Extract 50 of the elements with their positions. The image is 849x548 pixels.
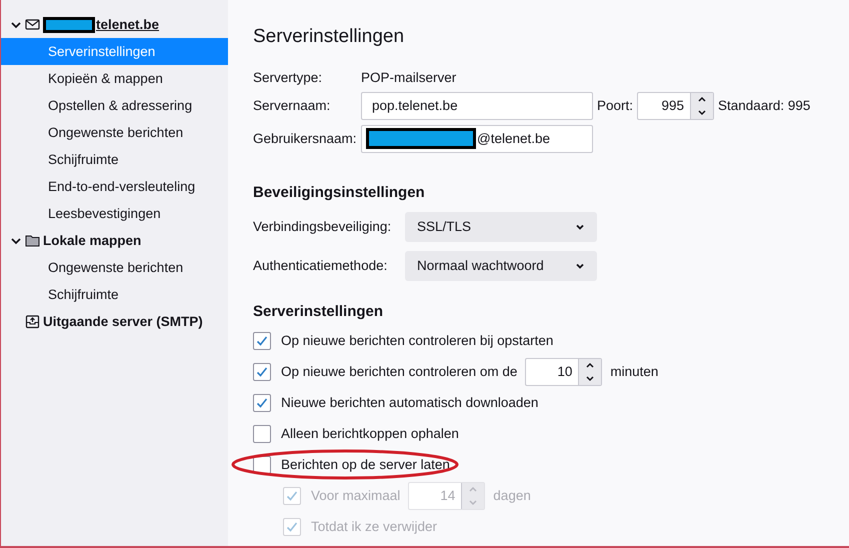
checkbox[interactable] — [253, 424, 271, 442]
account-name[interactable]: Uitgaande server (SMTP) — [43, 314, 203, 329]
field-label: Servertype: — [253, 70, 324, 84]
checkmark-icon — [285, 488, 299, 502]
folder-icon — [25, 233, 40, 248]
dropdown[interactable]: Normaal wachtwoord — [405, 250, 597, 280]
checkmark-icon — [255, 396, 269, 410]
checkbox[interactable] — [253, 394, 271, 412]
option-label: Alleen berichtkoppen ophalen — [281, 426, 459, 441]
field-value: POP-mailserver — [361, 70, 456, 84]
field-label: Gebruikersnaam: — [253, 131, 357, 146]
number-spinner[interactable]: 995 — [637, 92, 714, 120]
outbox-icon — [25, 314, 40, 329]
checkbox[interactable] — [253, 332, 271, 350]
dropdown[interactable]: SSL/TLS — [405, 212, 597, 242]
account-name[interactable]: telenet.be — [96, 17, 160, 32]
option-label: Op nieuwe berichten controleren bij opstarten — [281, 333, 554, 348]
checkmark-icon — [255, 364, 269, 378]
option-label: Berichten op de server laten — [281, 457, 450, 472]
sidebar-item[interactable]: Serverinstellingen — [1, 38, 228, 65]
sidebar-item[interactable]: Schijfruimte — [1, 146, 228, 173]
field-label: Poort: — [597, 98, 634, 113]
field-label: Servernaam: — [253, 98, 332, 113]
sidebar-item[interactable]: Leesbevestigingen — [1, 200, 228, 227]
input-field[interactable]: pop.telenet.be — [361, 92, 593, 120]
field-hint: Standaard: 995 — [718, 98, 810, 113]
envelope-icon — [25, 17, 40, 32]
option-label: Voor maximaal — [311, 488, 400, 503]
page-title: Serverinstellingen — [253, 25, 406, 49]
field-label: Authenticatiemethode: — [253, 258, 388, 273]
unit-label: minuten — [610, 364, 658, 379]
sidebar-item[interactable]: Schijfruimte — [1, 281, 228, 308]
field-label: Verbindingsbeveiliging: — [253, 219, 392, 234]
sidebar-item[interactable]: Kopieën & mappen — [1, 65, 228, 92]
sidebar-item[interactable]: End-to-end-versleuteling — [1, 173, 228, 200]
account-name[interactable]: Lokale mappen — [43, 233, 142, 248]
unit-label: dagen — [493, 488, 531, 503]
checkmark-icon — [255, 334, 269, 348]
section-heading: Beveiligingsinstellingen — [253, 183, 426, 203]
sidebar-item[interactable]: Opstellen & adressering — [1, 92, 228, 119]
option-label: Totdat ik ze verwijder — [311, 519, 438, 534]
option-label: Op nieuwe berichten controleren om de — [281, 364, 518, 379]
checkmark-icon — [285, 520, 299, 534]
checkbox[interactable] — [253, 362, 271, 380]
input-field[interactable]: @telenet.be — [361, 124, 593, 152]
sidebar-item[interactable]: Ongewenste berichten — [1, 254, 228, 281]
option-label: Nieuwe berichten automatisch downloaden — [281, 395, 538, 410]
sidebar-item[interactable]: Ongewenste berichten — [1, 119, 228, 146]
number-spinner[interactable]: 10 — [525, 358, 602, 386]
section-heading: Serverinstellingen — [253, 302, 384, 322]
